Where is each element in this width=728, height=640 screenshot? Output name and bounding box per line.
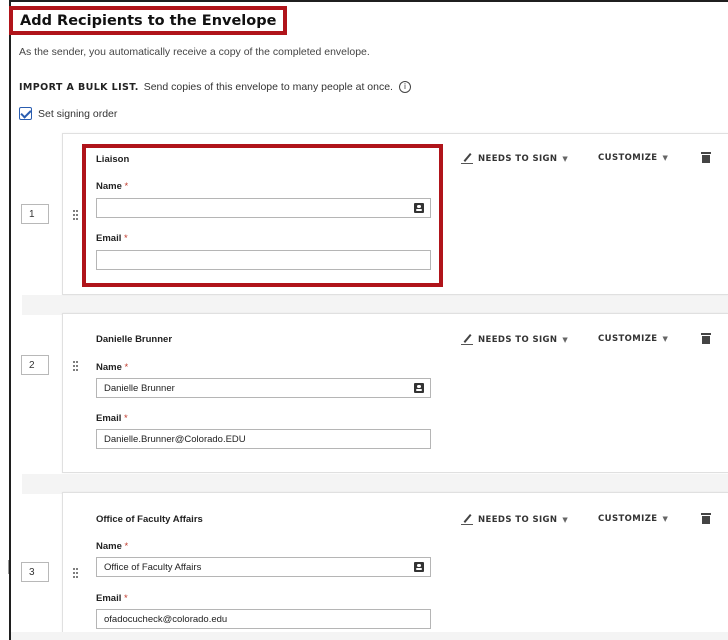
page-title: Add Recipients to the Envelope — [20, 12, 277, 29]
trash-icon[interactable] — [701, 513, 711, 524]
name-input-2[interactable]: Danielle Brunner — [96, 378, 431, 398]
page-subtitle: As the sender, you automatically receive… — [19, 46, 370, 58]
card-gap — [22, 295, 728, 315]
left-edge-marker — [0, 560, 9, 574]
contacts-icon[interactable] — [414, 383, 424, 393]
bottom-band — [11, 632, 728, 640]
order-number-input-1[interactable]: 1 — [21, 204, 49, 224]
bulk-list-row: IMPORT A BULK LIST. Send copies of this … — [19, 81, 411, 93]
title-highlight: Add Recipients to the Envelope — [9, 6, 288, 35]
name-label: Name * — [96, 362, 129, 373]
email-label: Email * — [96, 593, 128, 604]
order-number-input-3[interactable]: 3 — [21, 562, 49, 582]
signing-order-toggle[interactable]: Set signing order — [19, 107, 117, 120]
trash-icon[interactable] — [701, 152, 711, 163]
customize-dropdown-2[interactable]: CUSTOMIZE ▼ — [598, 334, 668, 344]
card-gap — [22, 474, 728, 494]
trash-icon[interactable] — [701, 333, 711, 344]
email-input-2[interactable]: Danielle.Brunner@Colorado.EDU — [96, 429, 431, 449]
customize-dropdown-1[interactable]: CUSTOMIZE ▼ — [598, 153, 668, 163]
pen-icon — [461, 153, 473, 164]
customize-dropdown-3[interactable]: CUSTOMIZE ▼ — [598, 514, 668, 524]
signing-order-label: Set signing order — [38, 107, 118, 120]
contacts-icon[interactable] — [414, 562, 424, 572]
email-label: Email * — [96, 413, 128, 424]
pen-icon — [461, 334, 473, 345]
needs-to-sign-dropdown-2[interactable]: NEEDS TO SIGN ▼ — [461, 334, 568, 345]
signing-order-checkbox[interactable] — [19, 107, 32, 120]
needs-to-sign-dropdown-1[interactable]: NEEDS TO SIGN ▼ — [461, 153, 568, 164]
bulk-list-description: Send copies of this envelope to many peo… — [143, 81, 393, 93]
info-icon[interactable]: i — [398, 81, 411, 93]
order-number-input-2[interactable]: 2 — [21, 355, 49, 375]
import-bulk-list-link[interactable]: IMPORT A BULK LIST. — [19, 82, 139, 93]
name-input-3[interactable]: Office of Faculty Affairs — [96, 557, 431, 577]
recipient-role-label: Danielle Brunner — [96, 334, 173, 345]
email-input-3[interactable]: ofadocucheck@colorado.edu — [96, 609, 431, 629]
name-label: Name * — [96, 541, 129, 552]
needs-to-sign-dropdown-3[interactable]: NEEDS TO SIGN ▼ — [461, 514, 568, 525]
recipient-role-label: Office of Faculty Affairs — [96, 514, 203, 525]
recipient-highlight — [82, 144, 443, 287]
pen-icon — [461, 514, 473, 525]
